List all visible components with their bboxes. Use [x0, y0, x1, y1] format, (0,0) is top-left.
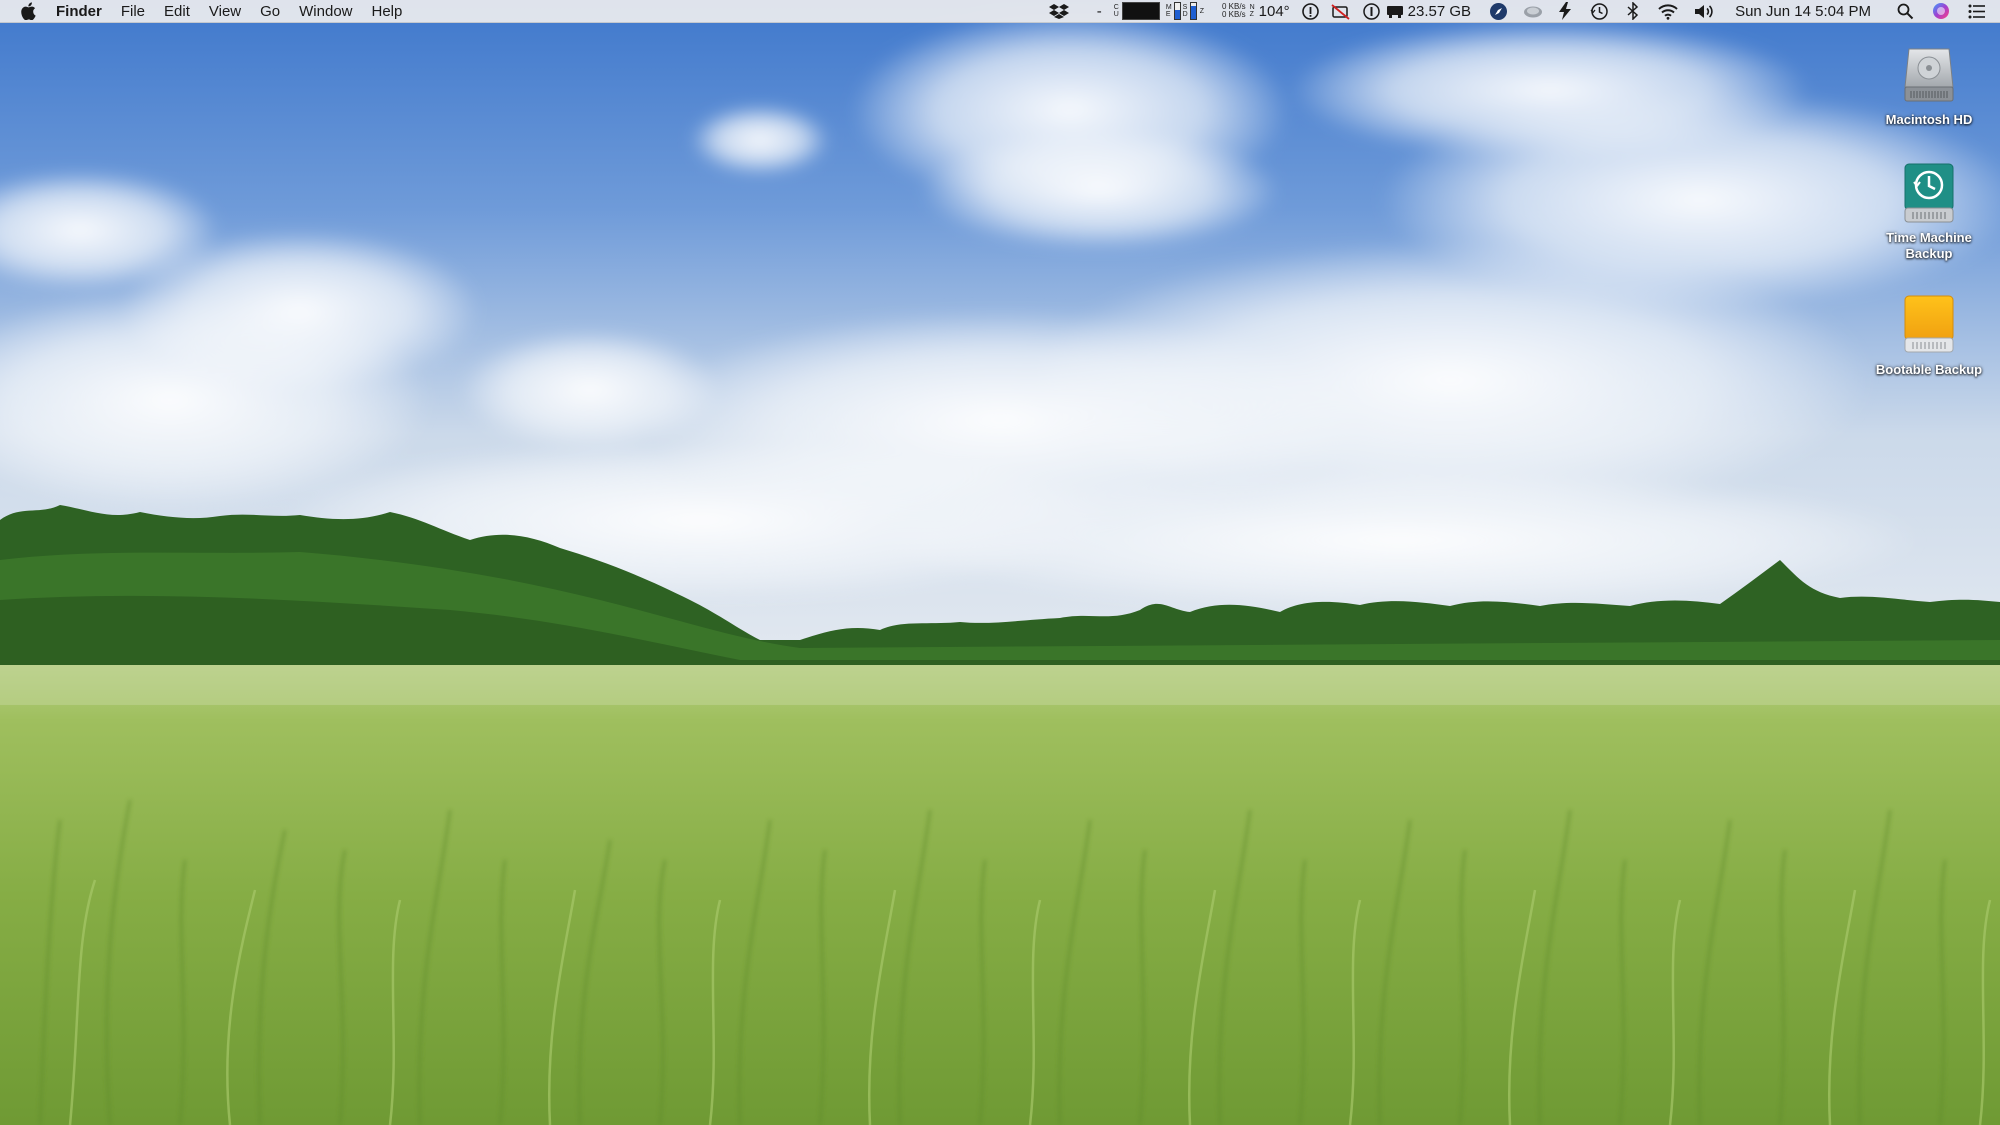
desktop-icon-label: Time Machine Backup [1886, 230, 1972, 261]
battery-icon[interactable] [1362, 0, 1380, 23]
desktop-icon-bootable-backup[interactable]: Bootable Backup [1864, 290, 1994, 378]
menu-file[interactable]: File [121, 0, 145, 23]
disk-icon [1386, 0, 1404, 23]
external-drive-icon [1894, 290, 1964, 360]
status-dash: - [1096, 2, 1102, 20]
desktop-icon-time-machine-backup[interactable]: Time Machine Backup [1864, 158, 1994, 262]
desktop-icon-label: Bootable Backup [1875, 362, 1983, 377]
menu-go[interactable]: Go [260, 0, 280, 23]
compass-icon[interactable] [1489, 0, 1508, 23]
temperature-readout[interactable]: 104° [1259, 0, 1290, 23]
bluetooth-icon[interactable] [1627, 0, 1639, 23]
menu-bar-left: Finder File Edit View Go Window Help [0, 0, 421, 23]
wifi-icon[interactable] [1657, 0, 1679, 23]
notification-center-icon[interactable] [1968, 0, 1986, 23]
menu-bar: Finder File Edit View Go Window Help - C… [0, 0, 2000, 23]
menu-window[interactable]: Window [299, 0, 352, 23]
volume-icon[interactable] [1693, 0, 1715, 23]
menu-help[interactable]: Help [372, 0, 403, 23]
info-icon[interactable] [1301, 0, 1319, 23]
cpu-graph-icon[interactable]: CU [1114, 0, 1160, 23]
net-down-speed: 0 KB/s [1222, 10, 1246, 19]
menu-view[interactable]: View [209, 0, 241, 23]
memory-bars-icon[interactable]: ME SD Z [1166, 0, 1204, 23]
menu-clock[interactable]: Sun Jun 14 5:04 PM [1735, 0, 1871, 23]
dropbox-icon[interactable] [1048, 0, 1069, 23]
spotlight-icon[interactable] [1897, 0, 1914, 23]
hard-drive-icon [1894, 40, 1964, 110]
menu-app-finder[interactable]: Finder [56, 0, 102, 23]
time-machine-icon[interactable] [1590, 0, 1609, 23]
disk-free-readout[interactable]: 23.57 GB [1408, 0, 1471, 23]
desktop-wallpaper [0, 0, 2000, 1125]
apple-icon[interactable] [20, 2, 38, 20]
cloud-icon[interactable] [1522, 0, 1544, 23]
menu-edit[interactable]: Edit [164, 0, 190, 23]
network-speed[interactable]: 0 KB/s 0 KB/s [1222, 0, 1246, 23]
notifications-off-icon[interactable] [1331, 0, 1351, 23]
time-machine-drive-icon [1894, 158, 1964, 228]
menu-bar-status-area: - CU ME SD Z 0 KB/s 0 KB/s NZ 104° 23.57… [1037, 0, 2000, 23]
bolt-icon[interactable] [1558, 0, 1572, 23]
siri-icon[interactable] [1932, 0, 1950, 23]
desktop-icon-macintosh-hd[interactable]: Macintosh HD [1864, 40, 1994, 128]
desktop-icon-label: Macintosh HD [1885, 112, 1973, 127]
sensor-glyph: NZ [1249, 4, 1255, 18]
